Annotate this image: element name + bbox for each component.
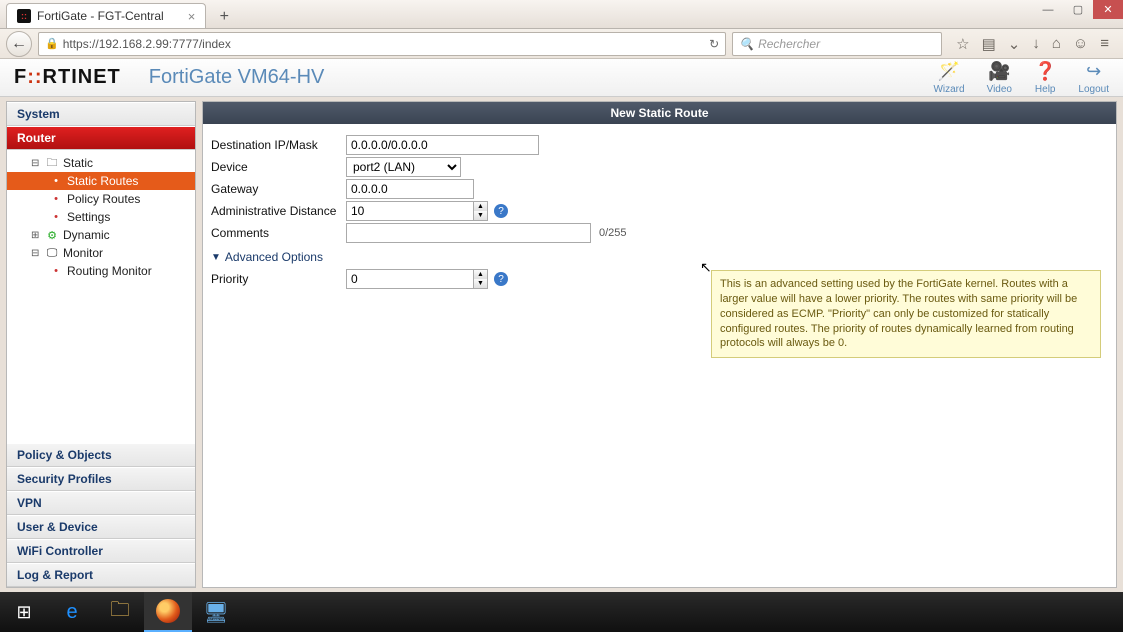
window-maximize-button[interactable]: ▢ [1063, 0, 1093, 19]
spinner-down-icon[interactable]: ▼ [474, 279, 487, 288]
tab-title: FortiGate - FGT-Central [37, 9, 164, 23]
url-text: https://192.168.2.99:7777/index [63, 37, 231, 51]
expand-icon[interactable]: ⊞ [31, 230, 41, 241]
gear-green-icon: ⚙ [45, 229, 59, 241]
video-icon: 🎥 [988, 61, 1010, 82]
spinner-up-icon[interactable]: ▲ [474, 202, 487, 211]
bullet-icon: • [49, 211, 63, 223]
new-tab-button[interactable]: + [212, 6, 236, 28]
tree-routing-monitor[interactable]: • Routing Monitor [7, 262, 195, 280]
sidebar-section-policy[interactable]: Policy & Objects [7, 443, 195, 467]
label-device: Device [211, 160, 346, 174]
main-panel: New Static Route Destination IP/Mask Dev… [202, 101, 1117, 588]
tab-close-icon[interactable]: × [188, 9, 196, 24]
url-field[interactable]: 🔒 https://192.168.2.99:7777/index ↻ [38, 32, 726, 56]
help-icon: ❓ [1034, 61, 1056, 82]
browser-search-field[interactable]: 🔍 Rechercher [732, 32, 942, 56]
sidebar-section-security[interactable]: Security Profiles [7, 467, 195, 491]
tree-settings[interactable]: • Settings [7, 208, 195, 226]
start-button[interactable]: ⊞ [0, 592, 48, 632]
firefox-icon [156, 599, 180, 623]
tree-monitor[interactable]: ⊟ 🖵 Monitor [7, 244, 195, 262]
folder-icon: 🗀 [45, 157, 59, 169]
sidebar-section-user[interactable]: User & Device [7, 515, 195, 539]
fortinet-logo: F::RTINET [14, 66, 121, 89]
admin-distance-spinner[interactable]: ▲▼ [474, 201, 488, 221]
help-button[interactable]: ❓Help [1034, 61, 1056, 95]
browser-url-bar: ← 🔒 https://192.168.2.99:7777/index ↻ 🔍 … [0, 29, 1123, 59]
tree-static[interactable]: ⊟ 🗀 Static [7, 154, 195, 172]
label-comments: Comments [211, 226, 346, 240]
wizard-icon: 🪄 [938, 61, 960, 82]
device-title: FortiGate VM64-HV [149, 66, 325, 89]
spinner-down-icon[interactable]: ▼ [474, 211, 487, 220]
label-admin-distance: Administrative Distance [211, 204, 346, 218]
taskbar-hyperv-button[interactable]: 🖥 [192, 592, 240, 632]
advanced-options-toggle[interactable]: ▼ Advanced Options [211, 244, 1108, 268]
priority-tooltip: This is an advanced setting used by the … [711, 270, 1101, 358]
menu-icon[interactable]: ≡ [1100, 35, 1109, 53]
label-gateway: Gateway [211, 182, 346, 196]
collapse-icon[interactable]: ⊟ [31, 158, 41, 169]
comments-char-count: 0/255 [599, 227, 627, 239]
sidebar-section-vpn[interactable]: VPN [7, 491, 195, 515]
triangle-down-icon: ▼ [211, 252, 221, 263]
sidebar-section-log[interactable]: Log & Report [7, 563, 195, 587]
browser-tab-bar: :: FortiGate - FGT-Central × + [0, 0, 1123, 29]
taskbar-ie-button[interactable]: e [48, 592, 96, 632]
reader-icon[interactable]: ▤ [982, 35, 996, 53]
sidebar-section-router[interactable]: Router [7, 126, 195, 150]
tree-policy-routes[interactable]: • Policy Routes [7, 190, 195, 208]
bookmark-star-icon[interactable]: ☆ [956, 35, 969, 53]
home-icon[interactable]: ⌂ [1052, 35, 1061, 53]
admin-distance-help-icon[interactable]: ? [494, 204, 508, 218]
window-minimize-button[interactable]: — [1033, 0, 1063, 19]
tree-static-routes[interactable]: • Static Routes [7, 172, 195, 190]
router-tree: ⊟ 🗀 Static • Static Routes • Policy Rout… [7, 150, 195, 443]
fortigate-favicon-icon: :: [17, 9, 31, 23]
main-title: New Static Route [203, 102, 1116, 124]
priority-help-icon[interactable]: ? [494, 272, 508, 286]
gateway-input[interactable] [346, 179, 474, 199]
taskbar-firefox-button[interactable] [144, 592, 192, 632]
nav-back-button[interactable]: ← [6, 31, 32, 57]
label-destination: Destination IP/Mask [211, 138, 346, 152]
comments-input[interactable] [346, 223, 591, 243]
app-header: F::RTINET FortiGate VM64-HV 🪄Wizard 🎥Vid… [0, 59, 1123, 97]
logout-icon: ↪ [1086, 61, 1101, 82]
browser-tab[interactable]: :: FortiGate - FGT-Central × [6, 3, 206, 28]
bullet-icon: • [49, 265, 63, 277]
hello-icon[interactable]: ☺ [1073, 35, 1088, 53]
downloads-icon[interactable]: ↓ [1032, 35, 1040, 53]
priority-input[interactable] [346, 269, 474, 289]
reload-icon[interactable]: ↻ [709, 37, 719, 51]
destination-input[interactable] [346, 135, 539, 155]
search-icon: 🔍 [739, 37, 754, 51]
lock-icon: 🔒 [45, 37, 59, 50]
search-placeholder: Rechercher [758, 37, 820, 51]
windows-taskbar: ⊞ e 🗀 🖥 [0, 592, 1123, 632]
sidebar-section-wifi[interactable]: WiFi Controller [7, 539, 195, 563]
tree-dynamic[interactable]: ⊞ ⚙ Dynamic [7, 226, 195, 244]
device-select[interactable]: port2 (LAN) [346, 157, 461, 177]
label-priority: Priority [211, 272, 346, 286]
monitor-icon: 🖵 [45, 247, 59, 259]
spinner-up-icon[interactable]: ▲ [474, 270, 487, 279]
taskbar-explorer-button[interactable]: 🗀 [96, 592, 144, 632]
video-button[interactable]: 🎥Video [987, 61, 1012, 95]
bullet-icon: • [49, 175, 63, 187]
collapse-icon[interactable]: ⊟ [31, 248, 41, 259]
pocket-icon[interactable]: ⌄ [1008, 35, 1021, 53]
wizard-button[interactable]: 🪄Wizard [933, 61, 964, 95]
sidebar: System Router ⊟ 🗀 Static • Static Routes… [6, 101, 196, 588]
sidebar-section-system[interactable]: System [7, 102, 195, 126]
admin-distance-input[interactable] [346, 201, 474, 221]
priority-spinner[interactable]: ▲▼ [474, 269, 488, 289]
bullet-icon: • [49, 193, 63, 205]
logout-button[interactable]: ↪Logout [1078, 61, 1109, 95]
window-close-button[interactable]: ✕ [1093, 0, 1123, 19]
